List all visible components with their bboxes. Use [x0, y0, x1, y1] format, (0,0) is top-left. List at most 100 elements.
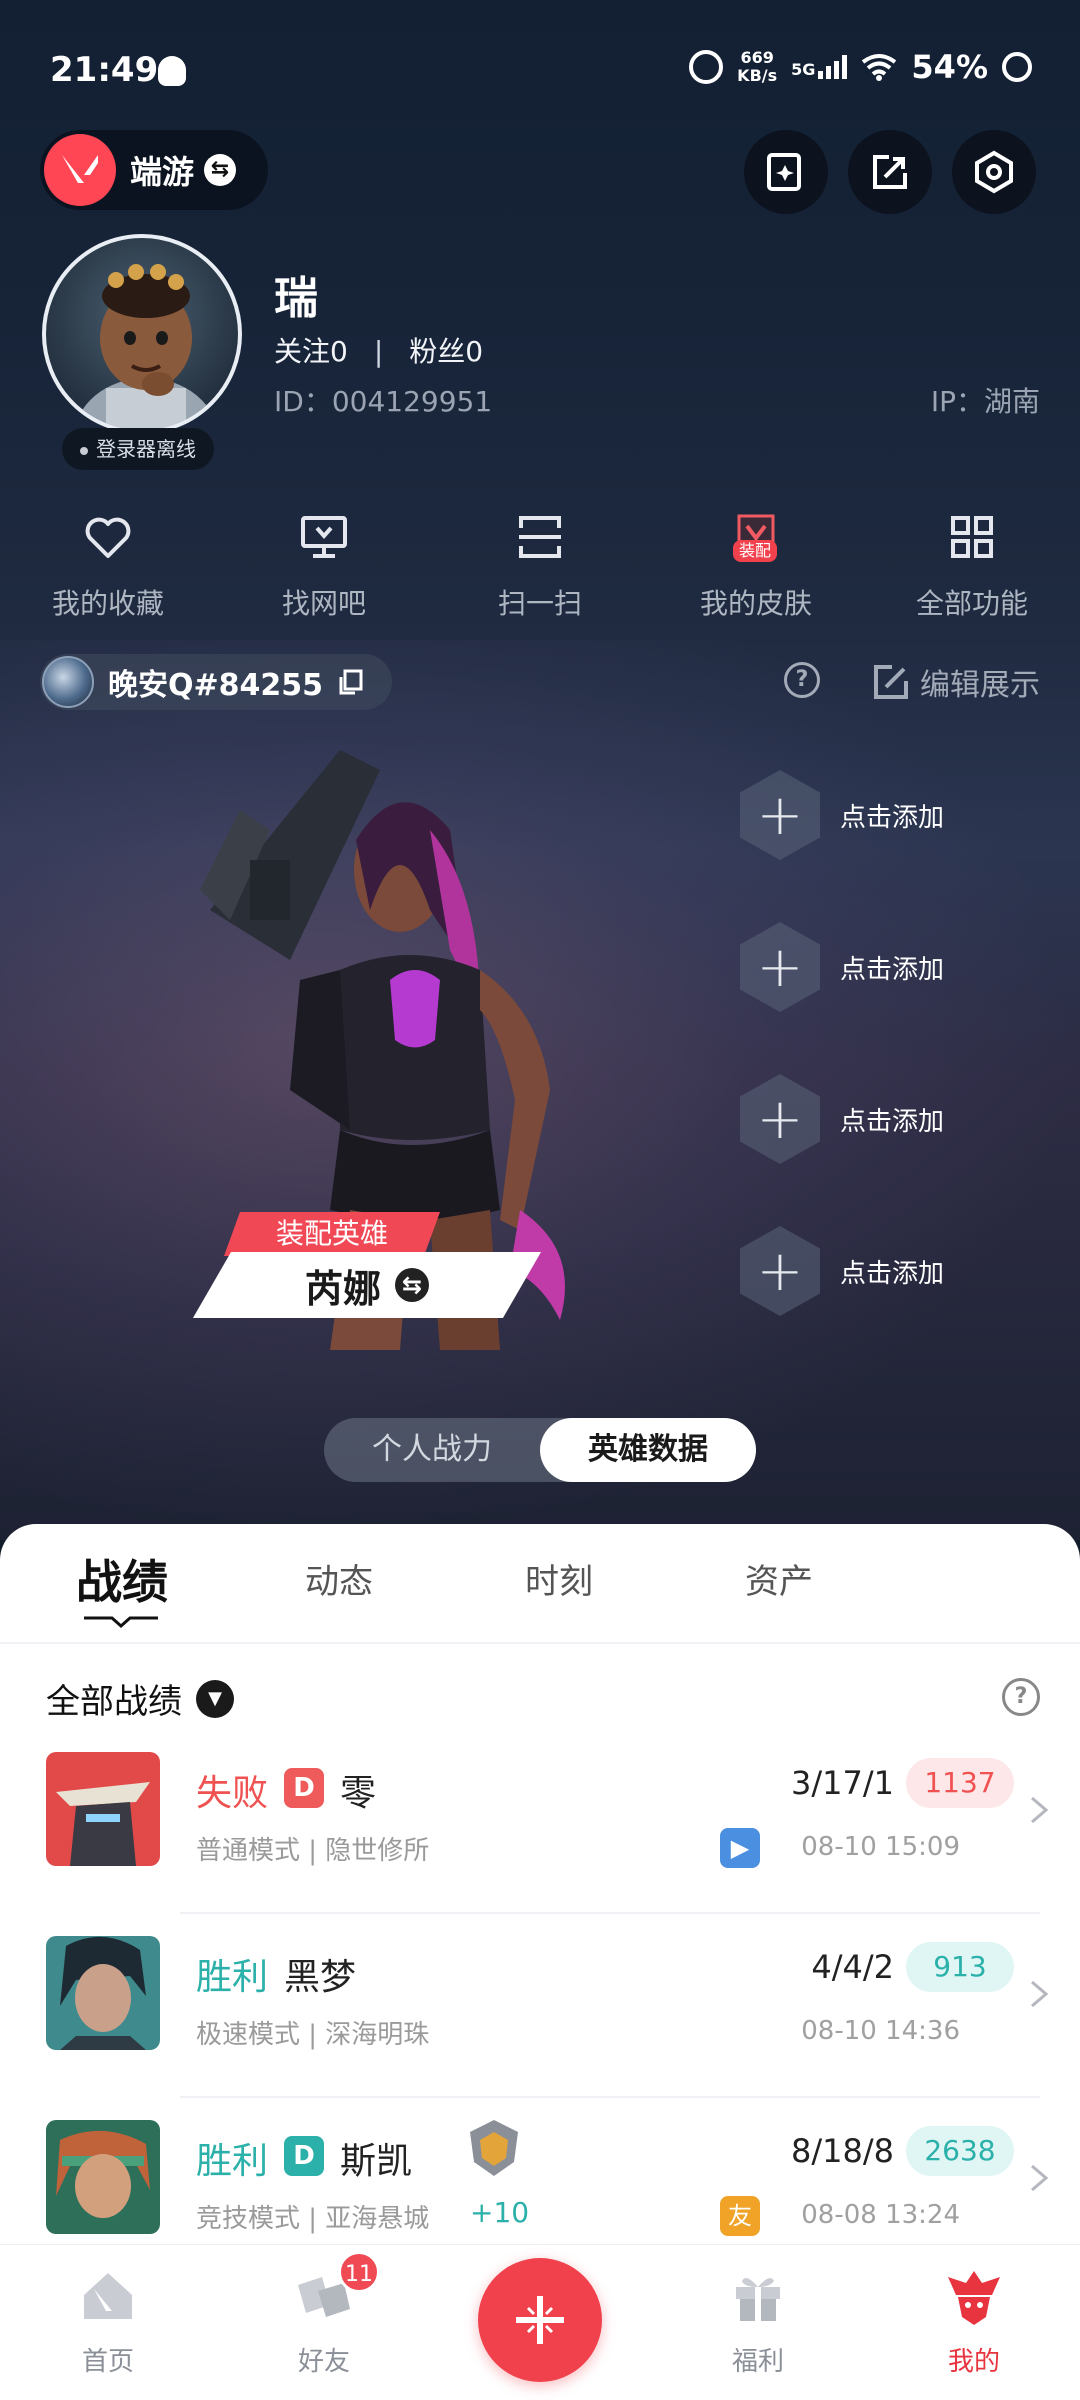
chevron-right-icon: [1031, 1980, 1049, 2008]
help-icon[interactable]: ?: [784, 662, 820, 698]
wifi-icon: [862, 54, 897, 81]
share-icon: [873, 155, 907, 189]
match-score: 1137: [906, 1758, 1014, 1808]
video-icon: ▶: [720, 1828, 760, 1868]
match-row[interactable]: 失败 D 零 普通模式 | 隐世修所 3/17/1 1137 ▶ 08-10 1…: [0, 1730, 1080, 1914]
add-slot-4[interactable]: + 点击添加: [740, 1221, 1000, 1321]
stats-toggle: 个人战力 英雄数据: [324, 1418, 756, 1482]
chevron-right-icon: [1031, 1796, 1049, 1824]
game-account[interactable]: 晚安Q#84255: [40, 654, 392, 710]
rank-badge: D: [284, 2136, 324, 2176]
profile-icon: [948, 2271, 1000, 2325]
match-kda: 8/18/8: [791, 2132, 894, 2170]
chevron-right-icon: [1031, 2164, 1049, 2192]
plus-icon: [516, 2296, 564, 2344]
create-post-button[interactable]: [478, 2258, 602, 2382]
user-id: ID：004129951: [274, 385, 493, 418]
signal-icon: 5G: [791, 55, 848, 79]
avatar-image: [74, 264, 218, 430]
game-account-avatar: [42, 656, 94, 708]
match-result: 失败: [196, 1773, 269, 1814]
match-row[interactable]: 胜利 黑梦 极速模式 | 深海明珠 4/4/2 913 08-10 14:36: [0, 1914, 1080, 2098]
divider: [0, 1642, 1080, 1644]
copy-icon[interactable]: [337, 669, 363, 695]
friend-badge: 友: [720, 2196, 760, 2236]
hero-thumbnail: [46, 2120, 160, 2234]
add-slot-1[interactable]: + 点击添加: [740, 765, 1000, 865]
tab-underline: [84, 1616, 158, 1628]
status-indicators: 669 KB/s 5G 54%: [689, 48, 1032, 86]
rank-badge: D: [284, 1768, 324, 1808]
toggle-hero-data[interactable]: 英雄数据: [540, 1418, 756, 1482]
match-mode-map: 普通模式 | 隐世修所: [196, 1836, 430, 1866]
card-button[interactable]: [744, 130, 828, 214]
records-filter[interactable]: 全部战绩 ▼: [46, 1674, 234, 1723]
match-mode-map: 竞技模式 | 亚海悬城: [196, 2204, 430, 2234]
tab-assets[interactable]: 资产: [745, 1554, 813, 1603]
heart-icon: [85, 517, 131, 558]
nav-benefits[interactable]: 福利: [688, 2265, 828, 2378]
match-kda: 3/17/1: [791, 1764, 894, 1802]
status-bar: 21:49 669 KB/s 5G 54%: [0, 0, 1080, 140]
nav-me[interactable]: 我的: [904, 2265, 1044, 2378]
settings-hex-icon: [975, 150, 1013, 194]
scan-button[interactable]: 扫一扫: [432, 510, 648, 622]
avatar[interactable]: [42, 234, 242, 434]
match-time: 08-08 13:24: [801, 2200, 960, 2230]
follow-stats: 关注0 | 粉丝0: [274, 335, 484, 368]
tab-moments[interactable]: 时刻: [525, 1554, 593, 1603]
valorant-logo-icon: [44, 134, 116, 206]
equipped-hero-tag: 装配英雄: [223, 1212, 441, 1256]
tab-posts[interactable]: 动态: [305, 1554, 373, 1603]
chevron-down-icon: ▼: [196, 1679, 234, 1718]
rank-shield-icon: [470, 2120, 518, 2176]
plus-icon: +: [740, 1074, 820, 1164]
login-status-badge: 登录器离线: [62, 428, 214, 470]
match-time: 08-10 15:09: [801, 1832, 960, 1862]
toggle-personal-power[interactable]: 个人战力: [324, 1418, 540, 1482]
hero-thumbnail: [46, 1752, 160, 1866]
follow-link[interactable]: 关注0: [274, 335, 348, 368]
help-icon[interactable]: ?: [1002, 1678, 1040, 1716]
skin-icon: 装配: [729, 510, 783, 564]
edit-display-button[interactable]: 编辑展示: [872, 660, 1040, 704]
grid-icon: [951, 516, 993, 558]
battery-icon: [1002, 52, 1032, 82]
swap-hero-icon: ⇆: [395, 1268, 429, 1302]
match-result: 胜利: [196, 2141, 269, 2182]
monitor-icon: [301, 516, 347, 558]
plus-icon: +: [740, 1226, 820, 1316]
match-kda: 4/4/2: [811, 1948, 894, 1986]
match-score: 2638: [906, 2126, 1014, 2176]
all-functions-button[interactable]: 全部功能: [864, 510, 1080, 622]
tabs: 战绩 动态 时刻 资产: [0, 1524, 1080, 1642]
battery-level: 54%: [911, 48, 988, 86]
hero-name: 芮娜: [304, 1266, 381, 1311]
app-switcher[interactable]: 端游 ⇆: [40, 130, 268, 210]
my-skins-button[interactable]: 装配 我的皮肤: [648, 510, 864, 622]
settings-button[interactable]: [952, 130, 1036, 214]
match-score: 913: [906, 1942, 1014, 1992]
plus-icon: +: [740, 770, 820, 860]
match-time: 08-10 14:36: [801, 2016, 960, 2046]
nav-home[interactable]: 首页: [38, 2265, 178, 2378]
add-slot-2[interactable]: + 点击添加: [740, 917, 1000, 1017]
nav-friends[interactable]: 11 好友: [254, 2251, 394, 2378]
favorites-button[interactable]: 我的收藏: [0, 510, 216, 622]
tab-records[interactable]: 战绩: [76, 1546, 168, 1612]
share-button[interactable]: [848, 130, 932, 214]
friends-badge: 11: [338, 2251, 380, 2293]
app-name: 端游: [130, 153, 195, 191]
scan-icon: [519, 516, 561, 558]
hero-thumbnail: [46, 1936, 160, 2050]
equipped-hero-name-button[interactable]: 芮娜 ⇆: [192, 1252, 542, 1318]
match-hero: 黑梦: [284, 1957, 357, 1998]
match-mode-map: 极速模式 | 深海明珠: [196, 2020, 430, 2050]
add-slot-3[interactable]: + 点击添加: [740, 1069, 1000, 1169]
home-icon: [84, 2273, 132, 2319]
status-time: 21:49: [50, 50, 159, 90]
find-cafe-button[interactable]: 找网吧: [216, 510, 432, 622]
ip-location: IP：湖南: [930, 385, 1040, 418]
match-result: 胜利: [196, 1957, 269, 1998]
fans-link[interactable]: 粉丝0: [409, 335, 483, 368]
